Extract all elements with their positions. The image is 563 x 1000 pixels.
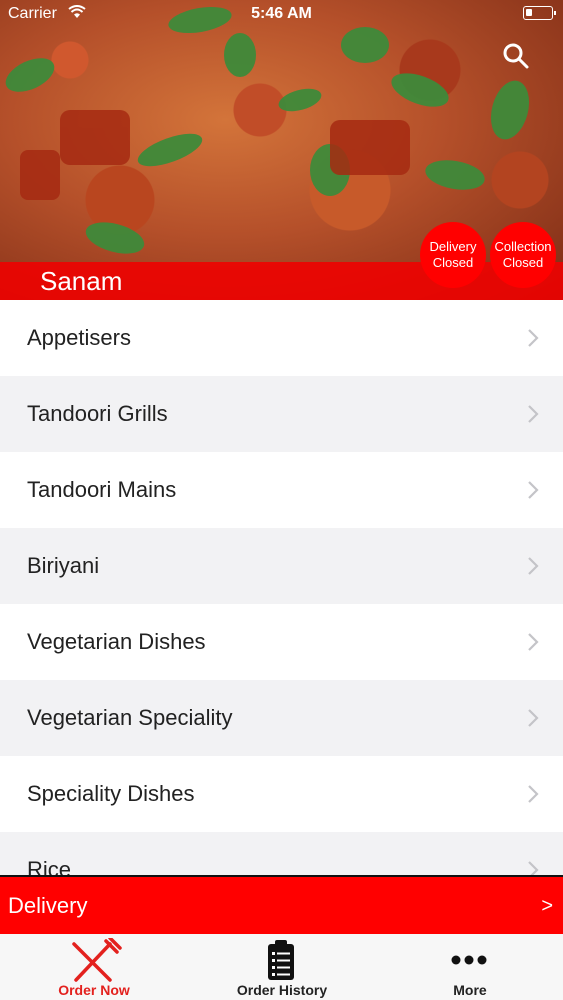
chevron-right-icon [528, 481, 539, 499]
menu-category-label: Vegetarian Dishes [27, 629, 206, 654]
status-time: 5:46 AM [251, 5, 312, 22]
delivery-status-line2: Closed [432, 255, 474, 270]
tab-order-history[interactable]: Order History [188, 934, 376, 1000]
fork-knife-icon [72, 938, 122, 982]
battery-icon [523, 6, 556, 20]
tab-more[interactable]: More [376, 934, 563, 1000]
menu-category-label: Appetisers [27, 325, 131, 350]
chevron-right-icon [528, 633, 539, 651]
menu-category-tandoori-grills[interactable]: Tandoori Grills [0, 376, 563, 452]
delivery-status-badge: Delivery Closed [420, 222, 486, 288]
delivery-mode-button[interactable]: Delivery > [0, 875, 563, 934]
menu-category-vegetarian-speciality[interactable]: Vegetarian Speciality [0, 680, 563, 756]
menu-category-label: Tandoori Mains [27, 477, 177, 502]
chevron-right-icon [528, 557, 539, 575]
restaurant-name: Sanam [40, 266, 123, 296]
collection-status-line1: Collection [494, 239, 552, 254]
menu-category-speciality-dishes[interactable]: Speciality Dishes [0, 756, 563, 832]
delivery-status-line1: Delivery [429, 239, 477, 254]
menu-category-label: Biriyani [27, 553, 100, 578]
tab-label: More [453, 982, 487, 998]
tab-label: Order History [236, 982, 328, 998]
menu-category-label: Tandoori Grills [27, 401, 168, 426]
status-bar: Carrier 5:46 AM [0, 0, 563, 30]
menu-category-list[interactable]: Appetisers Tandoori Grills Tandoori Main… [0, 300, 563, 875]
menu-category-label: Rice [27, 857, 72, 875]
header-image: Carrier 5:46 AM Sanam Delivery Closed Co… [0, 0, 563, 300]
tab-order-now[interactable]: Order Now [0, 934, 188, 1000]
tab-bar: Order Now Order History More [0, 934, 563, 1000]
menu-category-rice[interactable]: Rice [0, 832, 563, 875]
collection-status-badge: Collection Closed [490, 222, 556, 288]
collection-status-line2: Closed [502, 255, 544, 270]
chevron-right-icon [528, 785, 539, 803]
tab-label: Order Now [58, 982, 130, 998]
menu-category-tandoori-mains[interactable]: Tandoori Mains [0, 452, 563, 528]
clipboard-list-icon [268, 940, 294, 980]
chevron-right-icon [528, 329, 539, 347]
chevron-right-icon [528, 709, 539, 727]
more-dots-icon [451, 955, 487, 965]
menu-category-label: Speciality Dishes [27, 781, 195, 806]
chevron-right-icon: > [541, 895, 553, 917]
chevron-right-icon [528, 861, 539, 875]
menu-category-label: Vegetarian Speciality [27, 705, 233, 730]
menu-category-biriyani[interactable]: Biriyani [0, 528, 563, 604]
search-icon[interactable] [502, 42, 530, 70]
menu-category-appetisers[interactable]: Appetisers [0, 300, 563, 376]
menu-category-vegetarian-dishes[interactable]: Vegetarian Dishes [0, 604, 563, 680]
delivery-mode-label: Delivery [8, 893, 88, 918]
chevron-right-icon [528, 405, 539, 423]
